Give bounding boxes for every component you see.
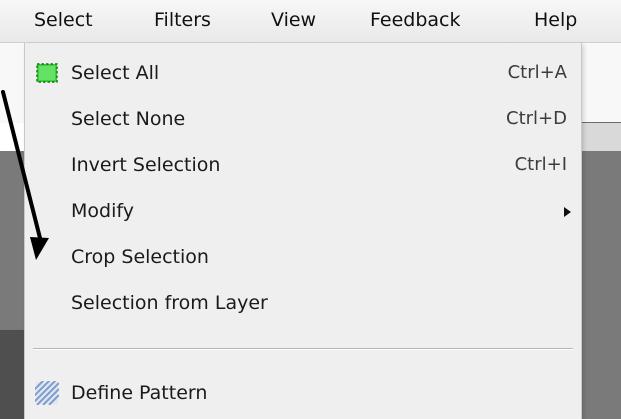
panel-header-strip (580, 123, 621, 151)
canvas-left-bottom-area (0, 330, 24, 419)
screen: Select Filters View Feedback Help Select… (0, 0, 621, 419)
menu-select[interactable]: Select (34, 6, 93, 34)
menu-item-modify[interactable]: Modify (25, 191, 581, 231)
menu-item-select-all[interactable]: Select All Ctrl+A (25, 53, 581, 93)
select-all-icon (35, 61, 59, 85)
menu-bar: Select Filters View Feedback Help (0, 0, 621, 43)
menu-item-label: Define Pattern (71, 382, 208, 404)
menu-item-select-none[interactable]: Select None Ctrl+D (25, 99, 581, 139)
menu-item-label: Select None (71, 108, 186, 130)
select-dropdown-menu: Select All Ctrl+A Select None Ctrl+D Inv… (24, 43, 582, 419)
menu-item-shortcut: Ctrl+A (507, 62, 567, 83)
pattern-icon (32, 378, 60, 406)
menu-feedback[interactable]: Feedback (370, 6, 460, 34)
canvas-right-area (580, 151, 621, 419)
menu-item-label: Select All (71, 62, 160, 84)
menu-view[interactable]: View (271, 6, 316, 34)
menu-item-define-pattern[interactable]: Define Pattern (25, 373, 581, 413)
menu-item-label: Modify (71, 200, 134, 222)
menu-filters[interactable]: Filters (154, 6, 211, 34)
submenu-arrow-icon (564, 207, 571, 217)
menu-help[interactable]: Help (534, 6, 577, 34)
menu-item-shortcut: Ctrl+I (514, 154, 567, 175)
menu-item-invert-selection[interactable]: Invert Selection Ctrl+I (25, 145, 581, 185)
menu-item-label: Crop Selection (71, 246, 209, 268)
menu-item-selection-from-layer[interactable]: Selection from Layer (25, 283, 581, 323)
menu-item-label: Selection from Layer (71, 292, 268, 314)
menu-item-crop-selection[interactable]: Crop Selection (25, 237, 581, 277)
menu-separator (33, 348, 573, 350)
menu-item-shortcut: Ctrl+D (506, 108, 567, 129)
menu-item-label: Invert Selection (71, 154, 221, 176)
